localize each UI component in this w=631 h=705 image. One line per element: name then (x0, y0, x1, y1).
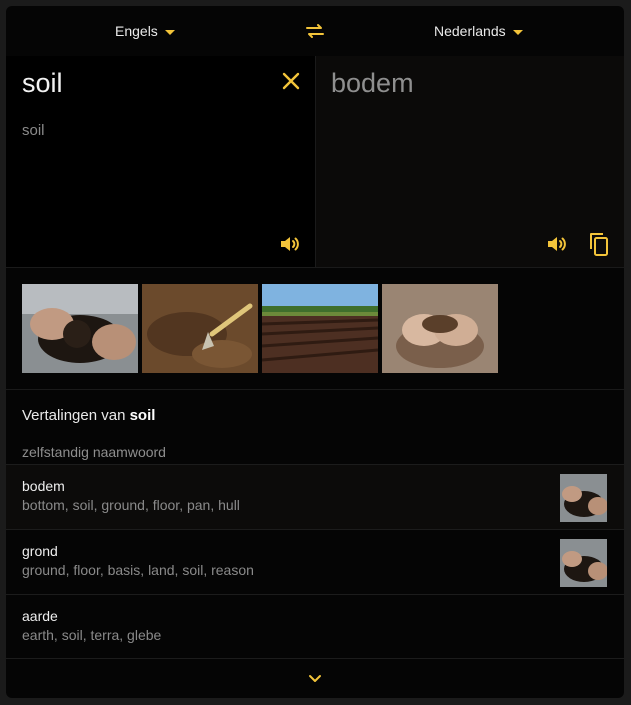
image-cupped-hands-soil[interactable] (382, 284, 498, 373)
source-transliteration: soil (22, 122, 45, 139)
translation-word: bodem (22, 478, 65, 494)
image-plowed-field[interactable] (262, 284, 378, 373)
translation-row-aarde[interactable]: aarde earth, soil, terra, glebe (6, 594, 624, 659)
translation-word: grond (22, 543, 58, 559)
copy-icon[interactable] (587, 231, 611, 257)
source-language-label: Engels (115, 23, 158, 39)
source-text-input[interactable]: soil (22, 68, 63, 99)
target-text: bodem (331, 68, 414, 98)
translation-image[interactable] (560, 474, 607, 522)
chevron-down-icon (309, 675, 321, 682)
translations-section: Vertalingen van soil zelfstandig naamwoo… (6, 390, 624, 698)
translation-image[interactable] (560, 539, 607, 587)
target-speaker-icon[interactable] (545, 232, 569, 256)
translate-card: Engels Nederlands soil soil bodem Vertal… (6, 6, 624, 698)
translation-row-grond[interactable]: grond ground, floor, basis, land, soil, … (6, 529, 624, 594)
source-pane: soil soil (6, 56, 316, 267)
target-pane: bodem (316, 56, 624, 267)
part-of-speech-label: zelfstandig naamwoord (22, 444, 166, 460)
translation-synonyms: bottom, soil, ground, floor, pan, hull (22, 497, 240, 513)
target-language-label: Nederlands (434, 23, 506, 39)
translation-synonyms: ground, floor, basis, land, soil, reason (22, 562, 254, 578)
translation-row-bodem[interactable]: bodem bottom, soil, ground, floor, pan, … (6, 464, 624, 529)
image-strip (6, 268, 624, 390)
translation-word: aarde (22, 608, 58, 624)
translation-synonyms: earth, soil, terra, glebe (22, 627, 162, 643)
caret-down-icon (164, 29, 175, 35)
language-bar: Engels Nederlands (6, 6, 624, 57)
source-language-selector[interactable]: Engels (115, 6, 175, 56)
translations-title: Vertalingen van soil (22, 407, 155, 424)
caret-down-icon (512, 29, 523, 35)
translations-title-prefix: Vertalingen van (22, 407, 130, 424)
source-speaker-icon[interactable] (278, 232, 302, 256)
translations-title-word: soil (129, 407, 156, 424)
close-icon[interactable] (280, 70, 302, 92)
image-trowel-in-soil[interactable] (142, 284, 258, 373)
target-language-selector[interactable]: Nederlands (434, 6, 523, 56)
show-more-button[interactable] (6, 658, 624, 698)
swap-arrows-icon[interactable] (303, 19, 327, 43)
image-hands-holding-soil[interactable] (22, 284, 138, 373)
translation-panes: soil soil bodem (6, 56, 624, 268)
